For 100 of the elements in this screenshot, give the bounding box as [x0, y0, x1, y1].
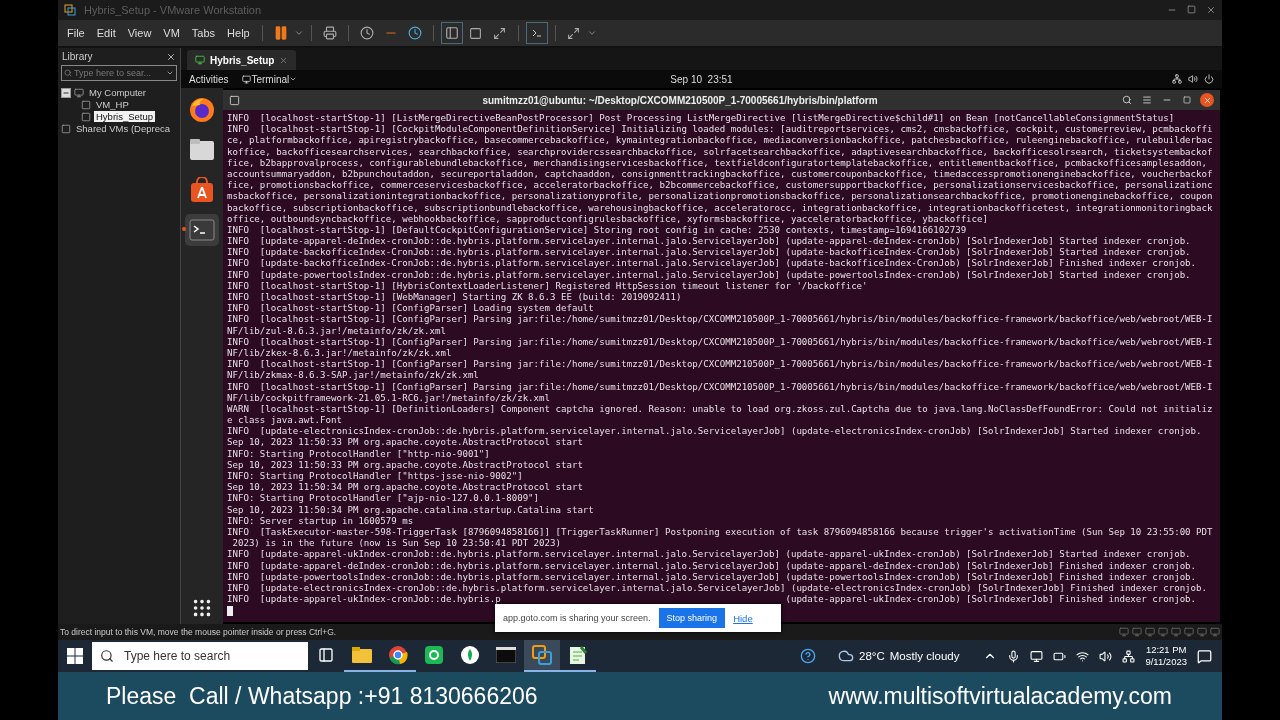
- console-view-button[interactable]: [525, 22, 548, 44]
- log-line: INFO [update-electronicsIndex-cronJob::de.hybris.platform.servicelayer.internal.jalo.ServicelayerJob] (update-electronicsIndex-cronJob) [SolrIndexerJob] Finished indexer cronjob.: [227, 582, 1208, 595]
- log-line: INFO [update-apparel-deIndex-cronJob::de.hybris.platform.servicelayer.internal.jalo.ServicelayerJob] (update-apparel-deIndex-cronJob) [SolrIndexerJob] Started indexer cronjob.: [227, 236, 1192, 248]
- browser-icon[interactable]: [388, 645, 408, 665]
- close-icon: [279, 55, 289, 65]
- activities-button[interactable]: Activities: [189, 73, 229, 85]
- status-message: To direct input to this VM, move the mouse pointer inside or press Ctrl+G.: [60, 627, 337, 637]
- log-line: accountsummaryaddon, b2bpunchoutaddon, secureportaladdon, captchaaddon, consignmenttrackingbackoffice, customercouponbackoffice, timedaccesspromotionenginebackoffice, voucherbackof: [227, 168, 1214, 181]
- website-address: www.multisoftvirtualacademy.com: [828, 682, 1172, 710]
- notifications-icon[interactable]: [1197, 648, 1212, 664]
- tree-item[interactable]: My Computer: [87, 87, 148, 98]
- close-icon: [1206, 5, 1216, 15]
- log-line: INFO [localhost-startStop-1] [ConfigParser] Parsing jar:file:/home/sumitmzz01/Desktop/CXCOMM210500P_1-70005661/hybris/bin/modules/backoffice-framework/backoffice/web/webroot/WEB-I: [227, 314, 1214, 326]
- log-line: INFO [localhost-startStop-1] [ConfigParser] Parsing jar:file:/home/sumitmzz01/Desktop/CXCOMM210500P_1-70005661/hybris/bin/modules/backoffice-framework/backoffice/web/webroot/WEB-I: [227, 336, 1214, 348]
- log-line: INFO [localhost-startStop-1] [ConfigParser] Parsing jar:file:/home/sumitmzz01/Desktop/CXCOMM210500P_1-70005661/hybris/bin/modules/backoffice-framework/backoffice/web/webroot/WEB-I: [227, 359, 1214, 371]
- search-button[interactable]: [1120, 93, 1134, 107]
- display-icon[interactable]: [1030, 649, 1044, 663]
- search-icon: [100, 649, 114, 663]
- menu-button[interactable]: [1140, 93, 1154, 107]
- search-bar[interactable]: Type here to search: [92, 642, 308, 670]
- tree-item[interactable]: Hybris_Setup: [94, 111, 156, 122]
- log-line: INFO [update-powertoolsIndex-cronJob::de.hybris.platform.servicelayer.internal.jalo.ServicelayerJob] (update-powertoolsIndex-cronJob) [SolrIndexerJob] Started indexer cronjob.: [227, 269, 1192, 281]
- folder-icon[interactable]: [352, 647, 372, 663]
- log-line: Sep 10, 2023 11:50:33 PM org.apache.coyote.AbstractProtocol start: [227, 459, 584, 471]
- log-line: INFO [update-backofficeIndex-CronJob::de.hybris.platform.servicelayer.internal.jalo.ServicelayerJob] (update-backofficeIndex-CronJob) [SolrIndexerJob] Started indexer cronjob.: [227, 247, 1192, 259]
- temperature[interactable]: 28°C: [859, 650, 885, 662]
- panel-title: Library: [62, 51, 93, 62]
- log-line: Sep 10, 2023 11:50:34 PM org.apache.coyote.AbstractProtocol start: [227, 482, 584, 494]
- app-logo-icon: [64, 4, 76, 16]
- device-icon[interactable]: [1158, 627, 1168, 637]
- log-line: office, outboundsyncbackoffice, webhookbackoffice, sapproductconfigrulesbackoffice, xyformsbackoffice, yacceleratorbackoffice, ybackoffice]: [227, 213, 989, 225]
- apps-grid-icon[interactable]: [191, 597, 213, 619]
- maximize-icon: [1183, 96, 1191, 104]
- expand-icon: [493, 26, 507, 40]
- network-icon[interactable]: [1122, 649, 1136, 663]
- search-icon: [64, 69, 72, 77]
- maximize-button[interactable]: [1180, 93, 1194, 107]
- hide-link[interactable]: Hide: [733, 612, 753, 624]
- help-icon[interactable]: [800, 648, 817, 664]
- library-view-button[interactable]: [440, 22, 463, 44]
- log-line: INFO: Starting ProtocolHandler ["ajp-nio-127.0.0.1-8009"]: [227, 493, 541, 505]
- log-line: INFO [localhost-startStop-1] [CockpitModuleComponentDefinitionService] Initializing loaded modules: [auditreportservices, cms2, cmsbackoffice, cockpit, customerreview, pcmbackoffi: [227, 124, 1214, 136]
- device-icon[interactable]: [1171, 627, 1181, 637]
- log-line: INFO [TaskExecutor-master-598-TriggerTask [8796094858166]] [TriggerTaskRunner] Postponing execution of task 8796094858166 because trigger's activationTime (Sun Sep 10 23:55:00 PDT: [227, 526, 1214, 539]
- menu-item[interactable]: Edit: [91, 27, 121, 39]
- log-line: Sep 10, 2023 11:50:34 PM org.apache.catalina.startup.Catalina start: [227, 504, 595, 516]
- store-icon[interactable]: [189, 177, 215, 203]
- menu-item[interactable]: Help: [222, 27, 255, 39]
- log-line: ce, platformbackoffice, apiregistrybackoffice, basecommercebackoffice, kymaintegrationbackoffice, mediaconversionbackoffice, patchesbackoffice, ruleenginebackoffice, rulebuilderbac: [227, 135, 1214, 147]
- app-icon[interactable]: [425, 646, 443, 664]
- device-icon[interactable]: [1184, 627, 1194, 637]
- weather-condition[interactable]: Mostly cloudy: [889, 650, 960, 662]
- log-line: INFO [localhost-startStop-1] [ConfigParser] Loading system default: [227, 303, 595, 315]
- leaf-icon[interactable]: [461, 646, 479, 664]
- taskbar-clock[interactable]: 12:21 PM 9/11/2023: [1145, 644, 1187, 668]
- menu-item[interactable]: Tabs: [186, 27, 221, 39]
- log-line: INFO [localhost-startStop-1] [DefaultCockpitConfigurationService] Storing root config in cache: 2530 contexts, timestamp=1694166102739: [227, 224, 968, 237]
- caret-icon: [586, 28, 597, 38]
- power-icon: [1204, 74, 1214, 84]
- log-line: INFO [update-apparel-ukIndex-cronJob::de.hybris.p: [227, 594, 501, 606]
- log-line: 2023) is in the future (now is Sun Sep 10 23:50:41 PDT 2023): [231, 538, 562, 550]
- device-icon[interactable]: [1210, 627, 1220, 637]
- log-line: NF/lib/cockpitframework-21.05.1-RC6.jar!/metainfo/zk/zk.xml: [227, 392, 552, 404]
- square-icon: [469, 26, 483, 40]
- stop-sharing-button[interactable]: Stop sharing: [658, 608, 726, 628]
- menu-item[interactable]: VM: [158, 27, 185, 39]
- device-icon[interactable]: [1145, 627, 1155, 637]
- collapse-icon[interactable]: [61, 87, 71, 98]
- menu-item[interactable]: File: [62, 27, 90, 39]
- app-menu[interactable]: Terminal: [251, 73, 290, 85]
- search-field[interactable]: Type here to sear...: [61, 65, 177, 81]
- expand-icon: [567, 26, 581, 40]
- volume-icon[interactable]: [1099, 649, 1113, 663]
- tree-item[interactable]: Shared VMs (Depreca: [74, 123, 172, 134]
- device-icon[interactable]: [1197, 627, 1207, 637]
- close-button[interactable]: [1200, 93, 1214, 107]
- clock[interactable]: Sep 10 23:51: [670, 73, 733, 85]
- device-icon[interactable]: [1132, 627, 1142, 637]
- device-icon[interactable]: [1119, 627, 1129, 637]
- log-line: NF/lib/zul-8.6.3.jar!/metainfo/zk/zk.xml: [227, 325, 447, 337]
- browser-icon[interactable]: [188, 96, 216, 124]
- vm-tab[interactable]: Hybris_Setup: [187, 50, 297, 70]
- menu-item[interactable]: View: [122, 27, 157, 39]
- windows-icon: [67, 648, 83, 664]
- folder-icon[interactable]: [189, 138, 215, 162]
- notepad-icon[interactable]: [569, 645, 587, 665]
- log-line: msbackoffice, personalizationintegrationbackoffice, personalizationyprofile, personalizationpromotionsbackoffice, personalizationsearchbackoffice, promotionenginebackoffice, coupon: [227, 191, 1214, 203]
- log-line: e class java.awt.Font: [227, 415, 343, 427]
- log-line: INFO [localhost-startStop-1] [ConfigParser] Parsing jar:file:/home/sumitmzz01/Desktop/CXCOMM210500P_1-70005661/hybris/bin/modules/backoffice-framework/backoffice/web/webroot/WEB-I: [227, 381, 1214, 393]
- microphone-icon[interactable]: [1007, 649, 1021, 663]
- menu-icon: [1142, 95, 1152, 105]
- network-icon: [1172, 74, 1182, 84]
- log-line: WARN [localhost-startStop-1] [DefinitionLoaders] Component captcha ignored. Reason: unable to load org.zkoss.zul.Captcha due to java.lang.NoClassDefFoundError: Could not initializ: [227, 403, 1214, 416]
- log-line: INFO [localhost-startStop-1] [WebManager] Starting ZK 8.6.3 EE (build: 2019092411): [227, 292, 683, 304]
- console-icon: [530, 27, 543, 39]
- text-cursor: [227, 606, 233, 617]
- tree-item[interactable]: VM_HP: [94, 99, 131, 110]
- wifi-icon[interactable]: [1076, 649, 1090, 663]
- log-line: Sep 10, 2023 11:50:33 PM org.apache.coyote.AbstractProtocol start: [227, 437, 584, 449]
- caret-icon: [293, 28, 304, 38]
